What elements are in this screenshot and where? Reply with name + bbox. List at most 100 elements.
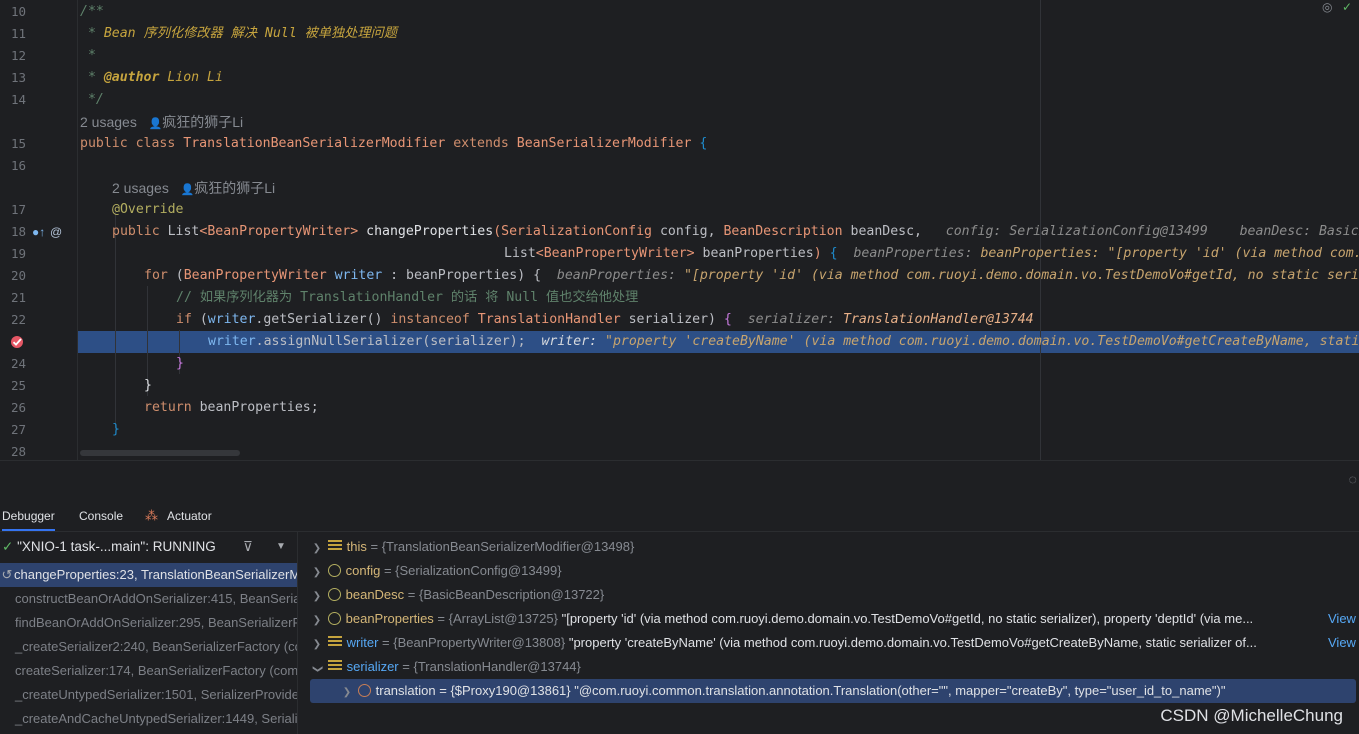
field-icon [357, 684, 371, 697]
variable-row-beanproperties[interactable]: ❯ beanProperties = {ArrayList@13725} "[p… [298, 607, 1359, 631]
author-name: 疯狂的狮子Li [194, 180, 276, 196]
expand-arrow-icon[interactable]: ❯ [310, 561, 324, 583]
variable-row-beandesc[interactable]: ❯ beanDesc = {BasicBeanDescription@13722… [298, 583, 1359, 607]
inline-value-writer: "property 'createByName' (via method com… [605, 334, 1359, 349]
variable-row-config[interactable]: ❯ config = {SerializationConfig@13499} [298, 559, 1359, 583]
debug-tool-window: ◌ Debugger Console ⁂ Actuator ✓ "XNIO-1 … [0, 460, 1359, 734]
usages-count[interactable]: 2 usages [112, 180, 169, 196]
variable-name: config [345, 563, 381, 578]
keyword: public [112, 224, 160, 239]
frame-item[interactable]: ↺ changeProperties:23, TranslationBeanSer… [0, 563, 297, 587]
expand-arrow-icon[interactable]: ❯ [310, 633, 324, 655]
line-number: 21 [10, 290, 26, 305]
tool-window-options-icon[interactable]: ◌ [1349, 471, 1357, 487]
variable-type: {TranslationBeanSerializerModifier@13498… [381, 539, 635, 554]
generic-bracket: > [686, 246, 695, 261]
expand-arrow-icon[interactable]: ❯ [310, 585, 324, 607]
paren: ( [191, 312, 208, 327]
code-line-20: for (BeanPropertyWriter writer : beanPro… [144, 265, 1359, 287]
inline-value-config: config: SerializationConfig@13499 [945, 224, 1208, 239]
code: serializer) [620, 312, 724, 327]
variable-row-this[interactable]: ❯ this = {TranslationBeanSerializerModif… [298, 535, 1359, 559]
generic-bracket: > [350, 224, 359, 239]
frame-item[interactable]: createSerializer:174, BeanSerializerFact… [0, 659, 297, 683]
generic-bracket: < [535, 246, 544, 261]
gutter-separator [77, 0, 78, 460]
code: beanProperties; [191, 400, 319, 415]
variable-name: writer [346, 635, 379, 650]
collapse-arrow-icon[interactable]: ❯ [305, 662, 329, 676]
overrides-method-icon[interactable]: ●↑ [32, 225, 45, 239]
code-line-25: } [144, 378, 152, 393]
inline-value-label: writer: [541, 334, 598, 349]
frame-item[interactable]: findBeanOrAddOnSerializer:295, BeanSeria… [0, 611, 297, 635]
line-number: 20 [10, 268, 26, 283]
variable-name: this [346, 539, 367, 554]
breakpoint-icon[interactable] [10, 335, 24, 349]
line-number: 22 [10, 312, 26, 327]
thread-check-icon: ✓ [2, 539, 14, 554]
author-name: 疯狂的狮子Li [162, 114, 244, 130]
tab-console[interactable]: Console [79, 501, 123, 531]
inline-value-beandesc: beanDesc: BasicBeanDescription@13722 [1239, 224, 1359, 239]
variable-row-translation[interactable]: ❯ translation = {$Proxy190@13861} "@com.… [310, 679, 1356, 703]
usages-count[interactable]: 2 usages [80, 114, 137, 130]
code-line-19: List<BeanPropertyWriter> beanProperties)… [504, 243, 1359, 265]
inline-value-beanproperties: beanProperties: "[property 'id' (via met… [980, 246, 1359, 261]
line-number: 26 [10, 400, 26, 415]
variable-value: = {$Proxy190@13861} "@com.ruoyi.common.t… [439, 683, 1226, 698]
endpoint-at-icon[interactable]: @ [50, 225, 62, 239]
keyword: public [80, 136, 128, 151]
reader-mode-icon[interactable]: ◎ [1322, 0, 1332, 14]
watermark: CSDN @MichelleChung [1160, 706, 1343, 725]
chevron-down-icon[interactable]: ▼ [276, 534, 286, 560]
variable-name: beanDesc [345, 587, 405, 602]
tab-actuator[interactable]: Actuator [167, 501, 212, 531]
frame-item[interactable]: _createSerializer2:240, BeanSerializerFa… [0, 635, 297, 659]
brace: { [699, 136, 708, 151]
expand-arrow-icon[interactable]: ❯ [340, 681, 354, 703]
param: config, [652, 224, 724, 239]
variable-row-writer[interactable]: ❯ writer = {BeanPropertyWriter@13808} "p… [298, 631, 1359, 655]
view-link[interactable]: View [1324, 631, 1356, 655]
author-icon: 👤 [148, 118, 163, 130]
line-number: 11 [10, 26, 26, 41]
inspection-ok-icon[interactable]: ✓ [1342, 0, 1352, 14]
code-line-14: */ [80, 92, 104, 107]
editor-gutter: 10 11 12 13 14 15 16 17 18 19 20 21 22 2… [0, 0, 78, 460]
horizontal-scrollbar[interactable] [80, 450, 240, 456]
code-line-27: } [112, 422, 120, 437]
code-editor[interactable]: 10 11 12 13 14 15 16 17 18 19 20 21 22 2… [0, 0, 1359, 460]
variable-type: {SerializationConfig@13499} [395, 563, 562, 578]
filter-icon[interactable]: ⊽ [243, 534, 253, 560]
line-number: 25 [10, 378, 26, 393]
inline-value-label: beanProperties: [853, 246, 973, 261]
variable: writer [207, 312, 256, 327]
class-usages-hint[interactable]: 2 usages 👤疯狂的狮子Li [80, 111, 243, 133]
frame-item[interactable]: constructBeanOrAddOnSerializer:415, Bean… [0, 587, 297, 611]
tab-debugger[interactable]: Debugger [2, 501, 55, 531]
thread-selector[interactable]: ✓ "XNIO-1 task-...main": RUNNING ⊽ ▼ [0, 534, 297, 560]
code-line-12: * [80, 48, 96, 63]
expand-arrow-icon[interactable]: ❯ [310, 537, 324, 559]
frame-label: changeProperties:23, TranslationBeanSeri… [14, 567, 297, 582]
frame-item[interactable]: _createAndCacheUntypedSerializer:1449, S… [0, 707, 297, 731]
code-line-26: return beanProperties; [144, 397, 319, 419]
method-usages-hint[interactable]: 2 usages 👤疯狂的狮子Li [112, 177, 275, 199]
parameter-icon [327, 612, 341, 625]
parameter-icon [327, 588, 341, 601]
frame-item[interactable]: _createUntypedSerializer:1501, Serialize… [0, 683, 297, 707]
code-line-10: /** [80, 4, 104, 19]
current-frame-icon: ↺ [1, 567, 13, 582]
variable-row-serializer[interactable]: ❯ serializer = {TranslationHandler@13744… [298, 655, 1359, 679]
view-link[interactable]: View [1324, 607, 1356, 631]
line-number: 18 [10, 224, 26, 239]
expand-arrow-icon[interactable]: ❯ [310, 609, 324, 631]
variable-type: {TranslationHandler@13744} [413, 659, 581, 674]
line-number: 28 [10, 444, 26, 459]
type: BeanPropertyWriter [183, 268, 327, 283]
keyword: for [144, 268, 168, 283]
object-icon [327, 540, 342, 552]
variable-type: {BeanPropertyWriter@13808} [393, 635, 566, 650]
paren: ( [167, 268, 184, 283]
